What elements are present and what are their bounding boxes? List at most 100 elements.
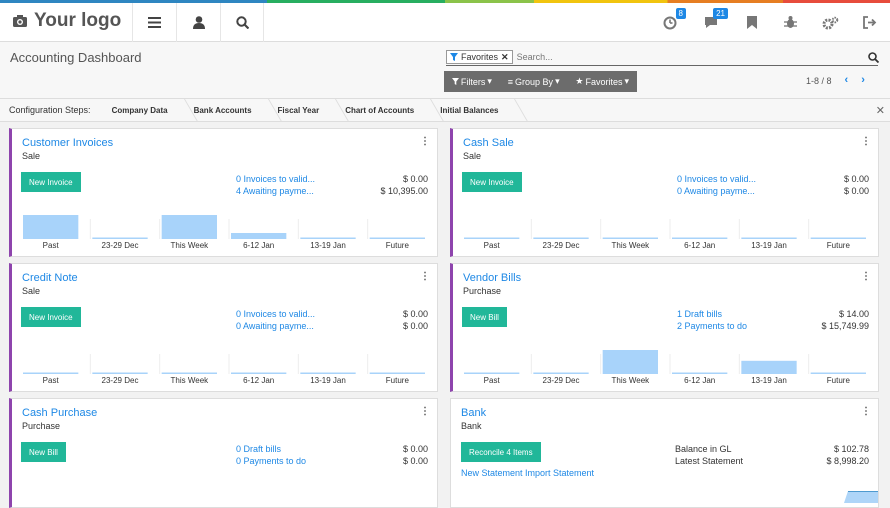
chart-bar[interactable] (533, 372, 589, 375)
chart-tick-label: 23-29 Dec (102, 241, 139, 250)
row-link[interactable]: 4 Awaiting payme... (236, 186, 314, 196)
reconcile-button[interactable]: Reconcile 4 Items (461, 442, 541, 462)
kebab-menu-icon[interactable]: ⋮ (861, 271, 871, 282)
row-link[interactable]: 0 Payments to do (236, 456, 306, 466)
filters-label: Filters (460, 76, 486, 87)
chart-bar[interactable] (741, 360, 797, 374)
card-subtitle: Bank (461, 421, 482, 431)
kebab-menu-icon[interactable]: ⋮ (861, 136, 871, 147)
close-icon[interactable]: ✕ (876, 104, 885, 117)
card-title[interactable]: Cash Sale (463, 137, 514, 149)
activity-button[interactable]: 8 (650, 3, 690, 42)
chart-bar[interactable] (672, 372, 728, 375)
favorites-button[interactable]: ★ Favorites ▾ (575, 76, 629, 87)
pager-value[interactable]: 1-8 / 8 (806, 76, 832, 86)
new-invoice-button[interactable]: New Invoice (21, 172, 81, 192)
card-title[interactable]: Vendor Bills (463, 272, 521, 284)
logo[interactable]: Your logo (12, 9, 121, 33)
user-button[interactable] (176, 3, 220, 42)
chart-bar[interactable] (23, 372, 79, 375)
row-link[interactable]: 1 Draft bills (677, 309, 722, 319)
page-title: Accounting Dashboard (10, 50, 142, 65)
card-subtitle: Purchase (463, 286, 502, 296)
bar-chart: Past 23-29 Dec This Week 6-12 Jan 13-19 Jan F… (21, 350, 437, 385)
chart-bar[interactable] (369, 237, 425, 240)
step-initial-balances[interactable]: Initial Balances (431, 99, 515, 122)
chart-bar[interactable] (464, 237, 520, 240)
step-company-data[interactable]: Company Data (103, 99, 185, 122)
filters-button[interactable]: Filters ▾ (451, 76, 492, 87)
search-facet[interactable]: Favorites ✕ (446, 50, 513, 64)
search-icon[interactable] (868, 51, 879, 63)
journal-card-bank: Bank Bank ⋮ Reconcile 4 Items New Statem… (450, 398, 879, 508)
chart-bar[interactable] (369, 372, 425, 375)
settings-button[interactable] (810, 3, 850, 42)
gears-icon (822, 16, 838, 29)
chart-bar[interactable] (741, 237, 797, 240)
chart-bar[interactable] (300, 372, 356, 375)
menu-button[interactable] (132, 3, 176, 42)
group-by-button[interactable]: ≡ Group By ▾ (508, 76, 560, 87)
chart-bar[interactable] (810, 372, 866, 375)
row-link[interactable]: 0 Awaiting payme... (236, 321, 314, 331)
journal-card-cash-purchase: Cash Purchase Purchase ⋮ New Bill 0 Draf… (9, 398, 438, 508)
chart-tick-label: Future (827, 241, 851, 250)
new-invoice-button[interactable]: New Invoice (21, 307, 81, 327)
step-fiscal-year[interactable]: Fiscal Year (269, 99, 337, 122)
bookmark-button[interactable] (732, 3, 772, 42)
import-statement-link[interactable]: New Statement Import Statement (461, 468, 594, 478)
kebab-menu-icon[interactable]: ⋮ (420, 136, 430, 147)
row-link[interactable]: 0 Awaiting payme... (677, 186, 755, 196)
journal-card-customer-invoices: Customer Invoices Sale ⋮ New Invoice 0 I… (9, 128, 438, 257)
chart-bar[interactable] (161, 372, 217, 375)
card-title[interactable]: Credit Note (22, 272, 78, 284)
chart-bar[interactable] (672, 237, 728, 240)
search-button[interactable] (220, 3, 264, 42)
chart-bar[interactable] (810, 237, 866, 240)
chart-bar[interactable] (602, 237, 658, 240)
row-link[interactable]: 0 Invoices to valid... (236, 309, 315, 319)
new-invoice-button[interactable]: New Invoice (462, 172, 522, 192)
row-link[interactable]: 0 Draft bills (236, 444, 281, 454)
pager: 1-8 / 8 ‹ › (806, 74, 865, 86)
card-title[interactable]: Cash Purchase (22, 407, 97, 419)
chart-bar[interactable] (300, 237, 356, 240)
messages-button[interactable]: 21 (692, 3, 732, 42)
step-bank-accounts[interactable]: Bank Accounts (185, 99, 269, 122)
step-chart-of-accounts[interactable]: Chart of Accounts (336, 99, 431, 122)
caret-down-icon: ▾ (487, 76, 492, 86)
bar-chart: Past 23-29 Dec This Week 6-12 Jan 13-19 Jan F… (21, 215, 437, 250)
kebab-menu-icon[interactable]: ⋮ (420, 406, 430, 417)
row-link[interactable]: 2 Payments to do (677, 321, 747, 331)
messages-badge: 21 (713, 8, 728, 19)
remove-facet-icon[interactable]: ✕ (501, 52, 509, 63)
chart-bar[interactable] (92, 237, 148, 240)
logout-button[interactable] (850, 3, 890, 42)
debug-button[interactable] (770, 3, 810, 42)
chevron-left-icon[interactable]: ‹ (845, 74, 849, 86)
card-subtitle: Sale (463, 151, 482, 161)
row-link[interactable]: 0 Invoices to valid... (677, 174, 756, 184)
kebab-menu-icon[interactable]: ⋮ (861, 406, 871, 417)
chart-bar[interactable] (23, 215, 79, 239)
search-input[interactable]: Search... (517, 52, 868, 62)
new-bill-button[interactable]: New Bill (462, 307, 507, 327)
card-title[interactable]: Bank (461, 407, 486, 419)
card-title[interactable]: Customer Invoices (22, 137, 113, 149)
chart-bar[interactable] (92, 372, 148, 375)
chart-bar[interactable] (161, 215, 217, 239)
search-bar[interactable]: Favorites ✕ Search... (446, 49, 879, 66)
chart-bar[interactable] (533, 237, 589, 240)
chart-tick-label: This Week (612, 241, 651, 250)
row-amount: $ 0.00 (843, 186, 869, 196)
bar-chart-svg: Past 23-29 Dec This Week 6-12 Jan 13-19 Jan F… (464, 219, 866, 250)
row-link[interactable]: 0 Invoices to valid... (236, 174, 315, 184)
chevron-right-icon[interactable]: › (861, 74, 865, 86)
chart-bar[interactable] (231, 372, 287, 375)
bar-chart-svg: Past 23-29 Dec This Week 6-12 Jan 13-19 Jan F… (464, 350, 866, 385)
chart-bar[interactable] (231, 233, 287, 239)
new-bill-button[interactable]: New Bill (21, 442, 66, 462)
chart-bar[interactable] (464, 372, 520, 375)
chart-bar[interactable] (602, 350, 658, 374)
kebab-menu-icon[interactable]: ⋮ (420, 271, 430, 282)
